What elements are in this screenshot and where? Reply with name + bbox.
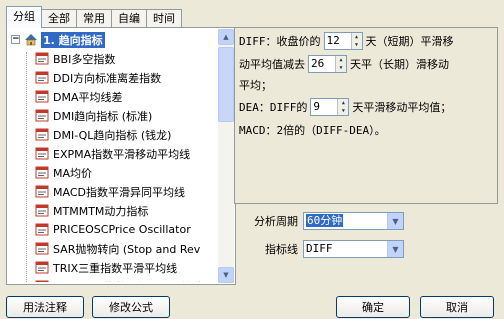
formula-doc-icon [35, 223, 49, 236]
short-period-value[interactable]: 12 [325, 33, 351, 49]
tree-item[interactable]: DDI方向标准离差指数 [9, 68, 217, 87]
tree-scrollbar[interactable]: ▲ ▼ [218, 29, 234, 283]
usage-notes-button[interactable]: 用法注释 [6, 296, 84, 318]
formula-doc-icon [35, 128, 49, 141]
indicator-tree[interactable]: − 1. 趋向指标 BBI多空指数 DDI方向标准离差指数 DMA平均线差 DMI趋向… [6, 27, 236, 285]
tree-item-label: SAR抛物转向 (Stop and Rev [53, 242, 201, 256]
param-text: DEA：DIFF的 [239, 101, 308, 114]
tree-item-label: MTMMTM动力指标 [53, 204, 149, 218]
tree-root-label: 1. 趋向指标 [41, 31, 105, 48]
tree-item[interactable]: VMACD量指数平滑异同平均线 [9, 277, 217, 282]
formula-doc-icon [35, 204, 49, 217]
tree-item[interactable]: BBI多空指数 [9, 49, 217, 68]
formula-doc-icon [35, 261, 49, 274]
spin-up-icon[interactable]: ▲ [338, 99, 348, 107]
tree-item[interactable]: EXPMA指数平滑移动平均线 [9, 144, 217, 163]
scroll-down-icon[interactable]: ▼ [218, 267, 234, 283]
scroll-up-icon[interactable]: ▲ [218, 29, 234, 45]
period-row: 分析周期 60分钟 ▼ [244, 211, 404, 231]
tab-group[interactable]: 分组 [6, 6, 42, 28]
formula-doc-icon [35, 166, 49, 179]
param-line-4: DEA：DIFF的 9 ▲ ▼ 天平滑移动平均值； [239, 97, 451, 117]
param-text: DIFF：收盘价的 [239, 35, 321, 48]
chevron-down-icon[interactable]: ▼ [387, 241, 403, 257]
modify-formula-button[interactable]: 修改公式 [92, 296, 170, 318]
formula-doc-icon [35, 90, 49, 103]
formula-doc-icon [35, 71, 49, 84]
short-period-spinner[interactable]: 12 ▲ ▼ [323, 32, 363, 50]
tree-item[interactable]: TRIX三重指数平滑平均线 [9, 258, 217, 277]
formula-doc-icon [35, 52, 49, 65]
indicator-line-value: DIFF [306, 242, 333, 255]
param-line-1: DIFF：收盘价的 12 ▲ ▼ 天（短期）平滑移 [239, 31, 454, 51]
param-line-3: 平均； [239, 75, 272, 95]
tree-item-label: DMI趋向指标 (标准) [53, 109, 153, 123]
indicator-line-label: 指标线 [265, 243, 298, 256]
long-period-spinner[interactable]: 26 ▲ ▼ [308, 55, 347, 73]
formula-doc-icon [35, 147, 49, 160]
formula-doc-icon [35, 109, 49, 122]
tree-item-label: TRIX三重指数平滑平均线 [53, 261, 178, 275]
parameter-panel: DIFF：收盘价的 12 ▲ ▼ 天（短期）平滑移 动平均值减去 26 ▲ ▼ 天平… [234, 27, 498, 204]
param-text: MACD：2倍的（DIFF-DEA）。 [239, 124, 386, 137]
chevron-down-icon[interactable]: ▼ [387, 213, 403, 229]
tree-item-label: PRICEOSCPrice Oscillator [53, 223, 191, 236]
param-line-5: MACD：2倍的（DIFF-DEA）。 [239, 120, 386, 140]
spin-down-icon[interactable]: ▼ [352, 41, 362, 49]
period-label: 分析周期 [254, 215, 298, 228]
tree-item[interactable]: MTMMTM动力指标 [9, 201, 217, 220]
tree-item[interactable]: DMA平均线差 [9, 87, 217, 106]
param-text: 天（短期）平滑移 [365, 35, 454, 48]
tree-item-label: VMACD量指数平滑异同平均线 [53, 279, 204, 283]
tree-item-label: DDI方向标准离差指数 [53, 71, 162, 85]
spin-up-icon[interactable]: ▲ [352, 33, 362, 41]
tree-item-label: DMA平均线差 [53, 90, 123, 104]
tab-time[interactable]: 时间 [146, 9, 182, 28]
tab-common[interactable]: 常用 [76, 9, 112, 28]
formula-doc-icon [35, 242, 49, 255]
param-text: 天平（长期）滑移动 [350, 58, 449, 71]
tree-item[interactable]: PRICEOSCPrice Oscillator [9, 220, 217, 239]
param-text: 动平均值减去 [239, 58, 305, 71]
indicator-line-row: 指标线 DIFF ▼ [244, 239, 404, 259]
tree-item-label: EXPMA指数平滑移动平均线 [53, 147, 191, 161]
tree-item-label: DMI-QL趋向指标 (钱龙) [53, 128, 172, 142]
param-text: 平均； [239, 79, 272, 92]
tab-bar: 分组 全部 常用 自编 时间 [6, 6, 182, 28]
indicator-line-select[interactable]: DIFF ▼ [303, 240, 404, 258]
tree-item-label: BBI多空指数 [53, 52, 116, 66]
param-line-2: 动平均值减去 26 ▲ ▼ 天平（长期）滑移动 [239, 54, 449, 74]
tree-item[interactable]: DMI-QL趋向指标 (钱龙) [9, 125, 217, 144]
period-value: 60分钟 [306, 214, 344, 227]
tree-item-label: MA均价 [53, 166, 93, 180]
tab-all[interactable]: 全部 [41, 9, 77, 28]
formula-doc-icon [35, 280, 49, 282]
spin-up-icon[interactable]: ▲ [336, 56, 346, 64]
tree-item[interactable]: MA均价 [9, 163, 217, 182]
tree-item[interactable]: SAR抛物转向 (Stop and Rev [9, 239, 217, 258]
long-period-value[interactable]: 26 [309, 56, 335, 72]
collapse-icon[interactable]: − [11, 35, 20, 44]
tree-root-trend[interactable]: − 1. 趋向指标 [9, 30, 217, 49]
house-icon [25, 34, 37, 46]
cancel-button[interactable]: 取消 [420, 296, 494, 318]
dea-period-value[interactable]: 9 [311, 99, 337, 115]
tree-list: − 1. 趋向指标 BBI多空指数 DDI方向标准离差指数 DMA平均线差 DMI趋向… [9, 30, 217, 282]
param-text: 天平滑移动平均值； [352, 101, 452, 114]
tab-custom[interactable]: 自编 [111, 9, 147, 28]
period-select[interactable]: 60分钟 ▼ [303, 212, 404, 230]
dea-period-spinner[interactable]: 9 ▲ ▼ [310, 98, 350, 116]
tree-item[interactable]: MACD指数平滑异同平均线 [9, 182, 217, 201]
tree-item[interactable]: DMI趋向指标 (标准) [9, 106, 217, 125]
spin-down-icon[interactable]: ▼ [338, 107, 348, 115]
scroll-thumb[interactable] [218, 47, 234, 122]
tree-item-label: MACD指数平滑异同平均线 [53, 185, 185, 199]
ok-button[interactable]: 确定 [336, 296, 410, 318]
spin-down-icon[interactable]: ▼ [336, 64, 346, 72]
formula-doc-icon [35, 185, 49, 198]
